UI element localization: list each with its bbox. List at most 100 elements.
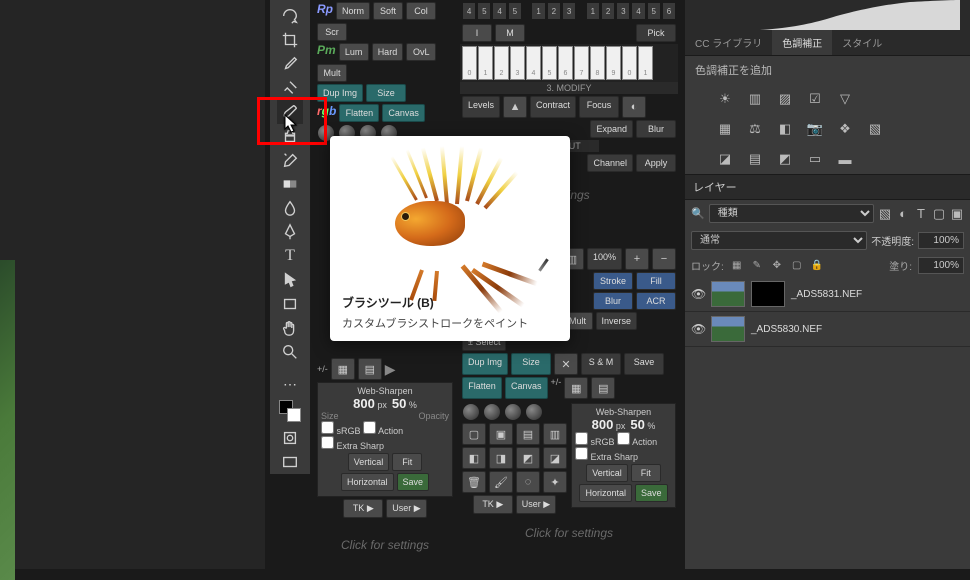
ovl-button[interactable]: OvL xyxy=(406,43,436,61)
srgb2-checkbox[interactable] xyxy=(575,432,588,445)
filter-shape-icon[interactable]: ▢ xyxy=(932,205,946,223)
zone-key[interactable]: 1 xyxy=(586,2,600,20)
layer-filter-kind[interactable]: 種類 xyxy=(709,204,874,223)
zone-key[interactable]: 2 xyxy=(547,2,561,20)
save3-button[interactable]: Save xyxy=(635,484,668,502)
layer-mask-thumbnail[interactable] xyxy=(751,281,785,307)
zone-key[interactable]: 2 xyxy=(601,2,615,20)
play-icon[interactable]: ▶ xyxy=(385,361,396,378)
white-key[interactable]: 2 xyxy=(494,46,509,80)
type-tool-icon[interactable]: T xyxy=(277,244,303,268)
flatten2-button[interactable]: Flatten xyxy=(462,377,502,399)
wand-icon[interactable]: ✦ xyxy=(543,471,567,493)
brush-icon[interactable]: 🖌 xyxy=(489,471,513,493)
lock-artboard-icon[interactable]: ▢ xyxy=(790,259,804,273)
circle-icon[interactable] xyxy=(483,403,501,421)
tab-styles[interactable]: スタイル xyxy=(832,30,892,55)
zone-key[interactable]: 4 xyxy=(462,2,476,20)
vertical2-button[interactable]: Vertical xyxy=(586,464,628,482)
layer-thumbnail[interactable] xyxy=(711,281,745,307)
filter-img-icon[interactable]: ▧ xyxy=(878,205,892,223)
circle-icon[interactable] xyxy=(525,403,543,421)
apply-button[interactable]: Apply xyxy=(636,154,676,172)
gradient-map-icon[interactable]: ▭ xyxy=(805,150,825,168)
size-button[interactable]: Size xyxy=(366,84,406,102)
expand-button[interactable]: Expand xyxy=(590,120,633,138)
canvas-button[interactable]: Canvas xyxy=(382,104,425,122)
save2-button[interactable]: Save xyxy=(624,353,664,375)
white-key[interactable]: 7 xyxy=(574,46,589,80)
filter-adj-icon[interactable]: ◐ xyxy=(896,205,910,223)
white-key[interactable]: 6 xyxy=(558,46,573,80)
edit-toolbar-icon[interactable]: ⋯ xyxy=(277,372,303,396)
healing-brush-tool-icon[interactable] xyxy=(277,76,303,100)
white-key[interactable]: 0 xyxy=(462,46,477,80)
hard-button[interactable]: Hard xyxy=(372,43,404,61)
size2-button[interactable]: Size xyxy=(511,353,551,375)
sq-icon[interactable]: ▤ xyxy=(516,423,540,445)
layer-name[interactable]: _ADS5831.NEF xyxy=(791,289,862,300)
zone-key[interactable]: 4 xyxy=(631,2,645,20)
circle-icon[interactable] xyxy=(462,403,480,421)
blend-mode-select[interactable]: 通常 xyxy=(691,231,867,250)
exposure-icon[interactable]: ☑ xyxy=(805,90,825,108)
inverse-button[interactable]: Inverse xyxy=(596,312,638,330)
fill-value[interactable]: 100% xyxy=(918,257,964,274)
levels-icon[interactable]: ▲ xyxy=(503,96,527,118)
i-button[interactable]: I xyxy=(462,24,492,42)
invert-icon[interactable]: ◪ xyxy=(715,150,735,168)
vertical-button[interactable]: Vertical xyxy=(348,453,390,471)
screen-mode-icon[interactable] xyxy=(277,450,303,474)
save-button[interactable]: Save xyxy=(397,473,430,491)
white-key[interactable]: 4 xyxy=(526,46,541,80)
crop-tool-icon[interactable] xyxy=(277,28,303,52)
brush-tool-icon[interactable] xyxy=(277,100,303,124)
sq-icon[interactable]: ◧ xyxy=(462,447,486,469)
color-swatches[interactable] xyxy=(279,400,301,422)
quick-mask-icon[interactable] xyxy=(277,426,303,450)
channel-mixer-icon[interactable]: ❖ xyxy=(835,120,855,138)
white-key[interactable]: 5 xyxy=(542,46,557,80)
sq-icon[interactable]: ◩ xyxy=(516,447,540,469)
white-key[interactable]: 0 xyxy=(622,46,637,80)
sandm-button[interactable]: S & M xyxy=(581,353,621,375)
srgb-checkbox[interactable] xyxy=(321,421,334,434)
minus-icon[interactable]: − xyxy=(652,248,676,270)
zone-key[interactable]: 5 xyxy=(477,2,491,20)
filter-smart-icon[interactable]: ▣ xyxy=(950,205,964,223)
selective-color-icon[interactable]: ▬ xyxy=(835,150,855,168)
tab-cc-library[interactable]: CC ライブラリ xyxy=(685,30,772,55)
mult-button[interactable]: Mult xyxy=(317,64,347,82)
visibility-icon[interactable]: 👁 xyxy=(691,287,705,301)
lut-icon[interactable]: ▧ xyxy=(865,120,885,138)
lock-pos-icon[interactable]: ✥ xyxy=(770,259,784,273)
white-key[interactable]: 9 xyxy=(606,46,621,80)
balance-icon[interactable]: ⚖ xyxy=(745,120,765,138)
rectangle-tool-icon[interactable] xyxy=(277,292,303,316)
layer-row[interactable]: 👁 _ADS5831.NEF xyxy=(685,277,970,312)
stroke-button[interactable]: Stroke xyxy=(593,272,633,290)
threshold-icon[interactable]: ◩ xyxy=(775,150,795,168)
layer-name[interactable]: _ADS5830.NEF xyxy=(751,324,822,335)
fit-button[interactable]: Fit xyxy=(392,453,422,471)
pick-button[interactable]: Pick xyxy=(636,24,676,42)
zone-key[interactable]: 1 xyxy=(531,2,545,20)
flatten-button[interactable]: Flatten xyxy=(339,104,379,122)
blur2-button[interactable]: Blur xyxy=(593,292,633,310)
dupimg-button[interactable]: Dup Img xyxy=(317,84,363,102)
user-button[interactable]: User ▶ xyxy=(386,499,426,518)
hand-tool-icon[interactable] xyxy=(277,316,303,340)
sq-icon[interactable]: ◨ xyxy=(489,447,513,469)
click-settings-2[interactable]: Click for settings xyxy=(460,516,678,550)
horizontal2-button[interactable]: Horizontal xyxy=(579,484,632,502)
history-brush-tool-icon[interactable] xyxy=(277,148,303,172)
lock-paint-icon[interactable]: ✎ xyxy=(750,259,764,273)
document-canvas[interactable] xyxy=(0,0,265,569)
norm-button[interactable]: Norm xyxy=(336,2,370,20)
horizontal-button[interactable]: Horizontal xyxy=(341,473,394,491)
canvas2-button[interactable]: Canvas xyxy=(505,377,548,399)
soft-button[interactable]: Soft xyxy=(373,2,403,20)
opacity-value[interactable]: 100% xyxy=(918,232,964,249)
blur-button[interactable]: Blur xyxy=(636,120,676,138)
zoom-tool-icon[interactable] xyxy=(277,340,303,364)
